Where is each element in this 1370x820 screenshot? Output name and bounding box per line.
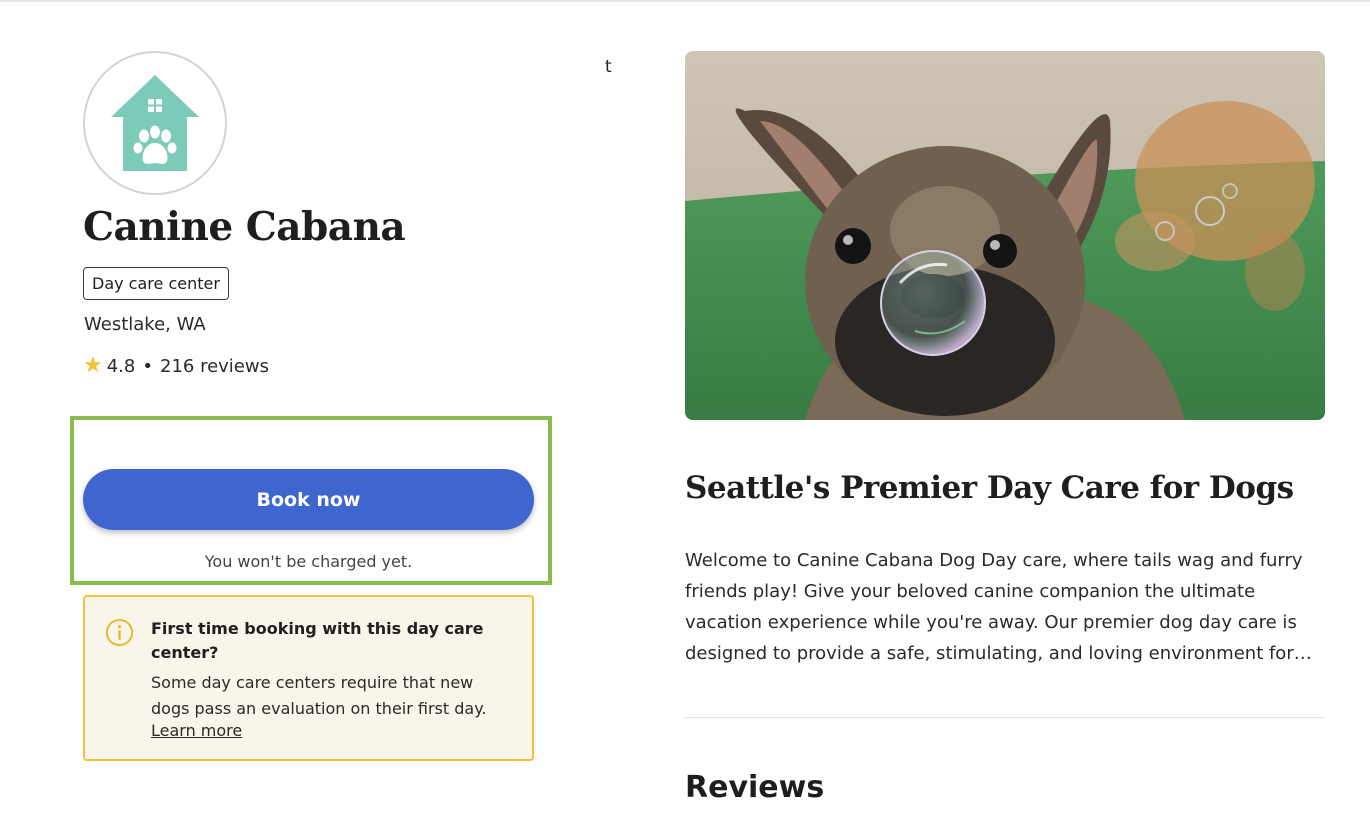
info-icon [105, 618, 134, 647]
top-border [0, 0, 1370, 2]
learn-more-link[interactable]: Learn more [151, 721, 242, 740]
business-type-badge: Day care center [83, 267, 229, 300]
business-location: Westlake, WA [84, 314, 206, 335]
book-now-button[interactable]: Book now [83, 469, 534, 530]
rating-separator: • [142, 355, 153, 377]
first-time-booking-notice: First time booking with this day care ce… [83, 595, 534, 761]
charge-note: You won't be charged yet. [204, 552, 413, 571]
house-paw-icon [111, 75, 199, 171]
about-description: Welcome to Canine Cabana Dog Day care, w… [685, 550, 1312, 664]
section-divider [685, 717, 1325, 718]
french-bulldog-bubble-photo [685, 51, 1325, 420]
reviews-heading: Reviews [685, 770, 825, 805]
about-heading: Seattle's Premier Day Care for Dogs [685, 470, 1294, 506]
notice-title: First time booking with this day care ce… [151, 619, 484, 662]
rating-value: 4.8 [106, 355, 136, 377]
business-logo [83, 51, 227, 195]
hero-photo [685, 51, 1325, 420]
star-icon: ★ [83, 353, 103, 378]
business-name: Canine Cabana [83, 204, 406, 250]
notice-body: Some day care centers require that new d… [151, 673, 487, 718]
stray-text: t [605, 57, 612, 77]
rating-summary: ★ 4.8 • 216 reviews [83, 355, 269, 377]
reviews-count-link[interactable]: 216 reviews [160, 356, 269, 377]
